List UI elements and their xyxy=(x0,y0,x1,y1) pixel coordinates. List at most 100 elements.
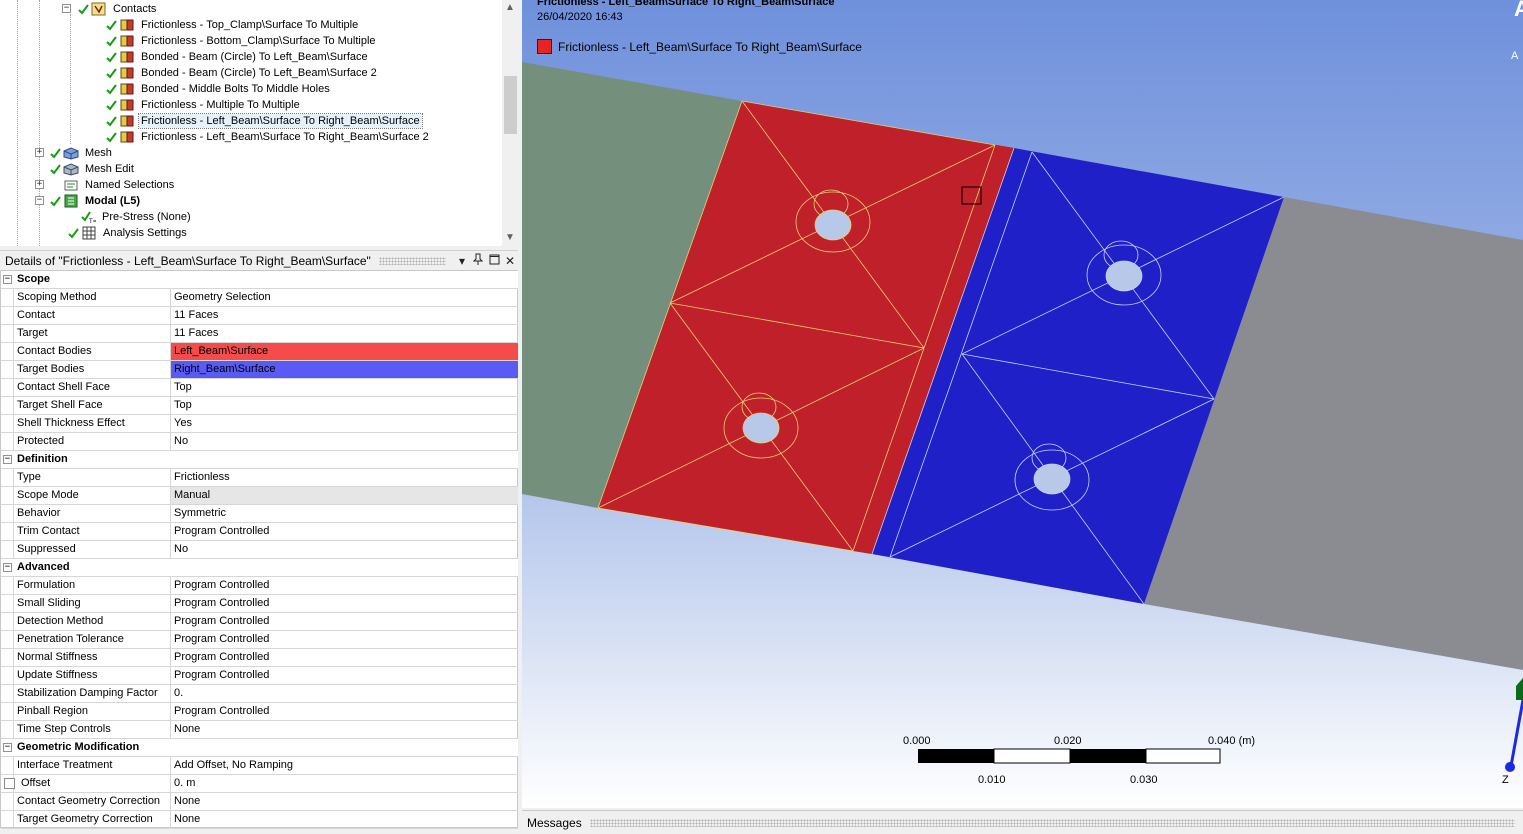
property-value[interactable]: 0. m xyxy=(171,775,518,792)
property-row[interactable]: Normal Stiffness Program Controlled xyxy=(1,649,518,667)
tree-item-label: Mesh xyxy=(85,147,112,159)
property-row[interactable]: Scoping Method Geometry Selection xyxy=(1,289,518,307)
graphics-viewport[interactable]: Frictionless - Left_Beam\Surface To Righ… xyxy=(522,0,1523,808)
maximize-icon[interactable] xyxy=(486,253,502,269)
property-value[interactable]: Geometry Selection xyxy=(171,289,518,306)
property-row[interactable]: Target Geometry Correction None xyxy=(1,811,518,829)
collapse-section-toggle[interactable]: − xyxy=(3,275,12,284)
property-value[interactable]: Add Offset, No Ramping xyxy=(171,757,518,774)
pin-icon[interactable] xyxy=(470,253,486,269)
close-icon[interactable]: ✕ xyxy=(502,253,518,269)
section-header[interactable]: − Advanced xyxy=(1,559,518,577)
collapse-section-toggle[interactable]: − xyxy=(3,455,12,464)
property-row[interactable]: Interface Treatment Add Offset, No Rampin… xyxy=(1,757,518,775)
tree-item-mesh-edit[interactable]: Mesh Edit xyxy=(50,161,136,177)
property-row[interactable]: Contact Bodies Left_Beam\Surface xyxy=(1,343,518,361)
property-row[interactable]: Formulation Program Controlled xyxy=(1,577,518,595)
property-value[interactable]: Left_Beam\Surface xyxy=(171,343,518,360)
tree-item-mesh[interactable]: Mesh xyxy=(50,145,114,161)
expand-named-selections-toggle[interactable]: + xyxy=(35,180,44,189)
property-row[interactable]: Offset 0. m xyxy=(1,775,518,793)
property-row[interactable]: Contact Geometry Correction None xyxy=(1,793,518,811)
property-value[interactable]: None xyxy=(171,811,518,828)
collapse-contacts-toggle[interactable]: − xyxy=(62,4,71,13)
property-row[interactable]: Penetration Tolerance Program Controlled xyxy=(1,631,518,649)
tree-item-contact-region-selected[interactable]: Frictionless - Left_Beam\Surface To Righ… xyxy=(106,113,423,129)
property-value[interactable]: Top xyxy=(171,379,518,396)
property-row[interactable]: Pinball Region Program Controlled xyxy=(1,703,518,721)
property-row[interactable]: Trim Contact Program Controlled xyxy=(1,523,518,541)
model-view[interactable] xyxy=(522,0,1523,808)
scroll-thumb[interactable] xyxy=(504,76,517,134)
property-value[interactable]: Top xyxy=(171,397,518,414)
property-value[interactable]: Yes xyxy=(171,415,518,432)
property-row[interactable]: Stabilization Damping Factor 0. xyxy=(1,685,518,703)
property-row[interactable]: Protected No xyxy=(1,433,518,451)
property-row[interactable]: Target Shell Face Top xyxy=(1,397,518,415)
collapse-section-toggle[interactable]: − xyxy=(3,743,12,752)
collapse-modal-toggle[interactable]: − xyxy=(35,196,44,205)
property-row[interactable]: Time Step Controls None xyxy=(1,721,518,739)
tree-item-contact-region[interactable]: Frictionless - Bottom_Clamp\Surface To M… xyxy=(106,33,378,49)
check-icon xyxy=(106,115,117,127)
property-row[interactable]: Detection Method Program Controlled xyxy=(1,613,518,631)
tree-item-contacts[interactable]: Contacts xyxy=(78,1,158,17)
property-value[interactable]: No xyxy=(171,433,518,450)
tree-item-pre-stress[interactable]: T=0 Pre-Stress (None) xyxy=(80,209,193,225)
property-row[interactable]: Contact 11 Faces xyxy=(1,307,518,325)
tree-item-contact-region[interactable]: Bonded - Beam (Circle) To Left_Beam\Surf… xyxy=(106,65,379,81)
property-value[interactable]: Program Controlled xyxy=(171,631,518,648)
tree-item-modal[interactable]: Modal (L5) xyxy=(50,193,142,209)
property-row[interactable]: Contact Shell Face Top xyxy=(1,379,518,397)
property-row[interactable]: Target Bodies Right_Beam\Surface xyxy=(1,361,518,379)
property-row[interactable]: Suppressed No xyxy=(1,541,518,559)
tree-item-contact-region[interactable]: Frictionless - Top_Clamp\Surface To Mult… xyxy=(106,17,360,33)
property-value[interactable]: Right_Beam\Surface xyxy=(171,361,518,378)
messages-bar[interactable]: Messages xyxy=(522,810,1523,834)
collapse-section-toggle[interactable]: − xyxy=(3,563,12,572)
property-value[interactable]: Manual xyxy=(171,487,518,504)
property-value[interactable]: No xyxy=(171,541,518,558)
property-row[interactable]: Type Frictionless xyxy=(1,469,518,487)
tree-item-contact-region[interactable]: Bonded - Middle Bolts To Middle Holes xyxy=(106,81,332,97)
property-value[interactable]: Symmetric xyxy=(171,505,518,522)
property-value[interactable]: Program Controlled xyxy=(171,577,518,594)
tree-item-contact-region[interactable]: Bonded - Beam (Circle) To Left_Beam\Surf… xyxy=(106,49,370,65)
dropdown-icon[interactable]: ▾ xyxy=(454,253,470,269)
property-value[interactable]: Program Controlled xyxy=(171,649,518,666)
property-row[interactable]: Shell Thickness Effect Yes xyxy=(1,415,518,433)
property-value[interactable]: Program Controlled xyxy=(171,613,518,630)
property-row[interactable]: Small Sliding Program Controlled xyxy=(1,595,518,613)
property-value[interactable]: 11 Faces xyxy=(171,307,518,324)
property-value[interactable]: Frictionless xyxy=(171,469,518,486)
scroll-up-arrow[interactable]: ▲ xyxy=(502,0,518,16)
check-icon xyxy=(50,195,61,207)
section-header[interactable]: − Definition xyxy=(1,451,518,469)
expand-mesh-toggle[interactable]: + xyxy=(35,148,44,157)
property-value[interactable]: Program Controlled xyxy=(171,595,518,612)
property-value[interactable]: Program Controlled xyxy=(171,523,518,540)
tree-guide-line xyxy=(39,0,40,246)
scroll-down-arrow[interactable]: ▼ xyxy=(502,230,518,246)
tree-item-contact-region[interactable]: Frictionless - Multiple To Multiple xyxy=(106,97,302,113)
property-row[interactable]: Scope Mode Manual xyxy=(1,487,518,505)
property-row[interactable]: Target 11 Faces xyxy=(1,325,518,343)
property-value[interactable]: 0. xyxy=(171,685,518,702)
tree-item-analysis-settings[interactable]: Analysis Settings xyxy=(68,225,189,241)
property-value[interactable]: 11 Faces xyxy=(171,325,518,342)
tree-item-contact-region[interactable]: Frictionless - Left_Beam\Surface To Righ… xyxy=(106,129,431,145)
drag-handle[interactable] xyxy=(589,818,1515,827)
drag-handle[interactable] xyxy=(378,256,446,265)
property-row[interactable]: Update Stiffness Program Controlled xyxy=(1,667,518,685)
tree-item-named-selections[interactable]: Named Selections xyxy=(50,177,176,193)
property-value[interactable]: Program Controlled xyxy=(171,703,518,720)
tree-scrollbar[interactable]: ▲ ▼ xyxy=(502,0,518,246)
project-tree[interactable]: − Contacts Frictionless - Top_Clamp\Surf… xyxy=(0,0,518,246)
property-row[interactable]: Behavior Symmetric xyxy=(1,505,518,523)
section-header[interactable]: − Geometric Modification xyxy=(1,739,518,757)
property-value[interactable]: Program Controlled xyxy=(171,667,518,684)
section-header[interactable]: − Scope xyxy=(1,271,518,289)
property-value[interactable]: None xyxy=(171,721,518,738)
offset-checkbox[interactable] xyxy=(4,777,15,789)
property-value[interactable]: None xyxy=(171,793,518,810)
